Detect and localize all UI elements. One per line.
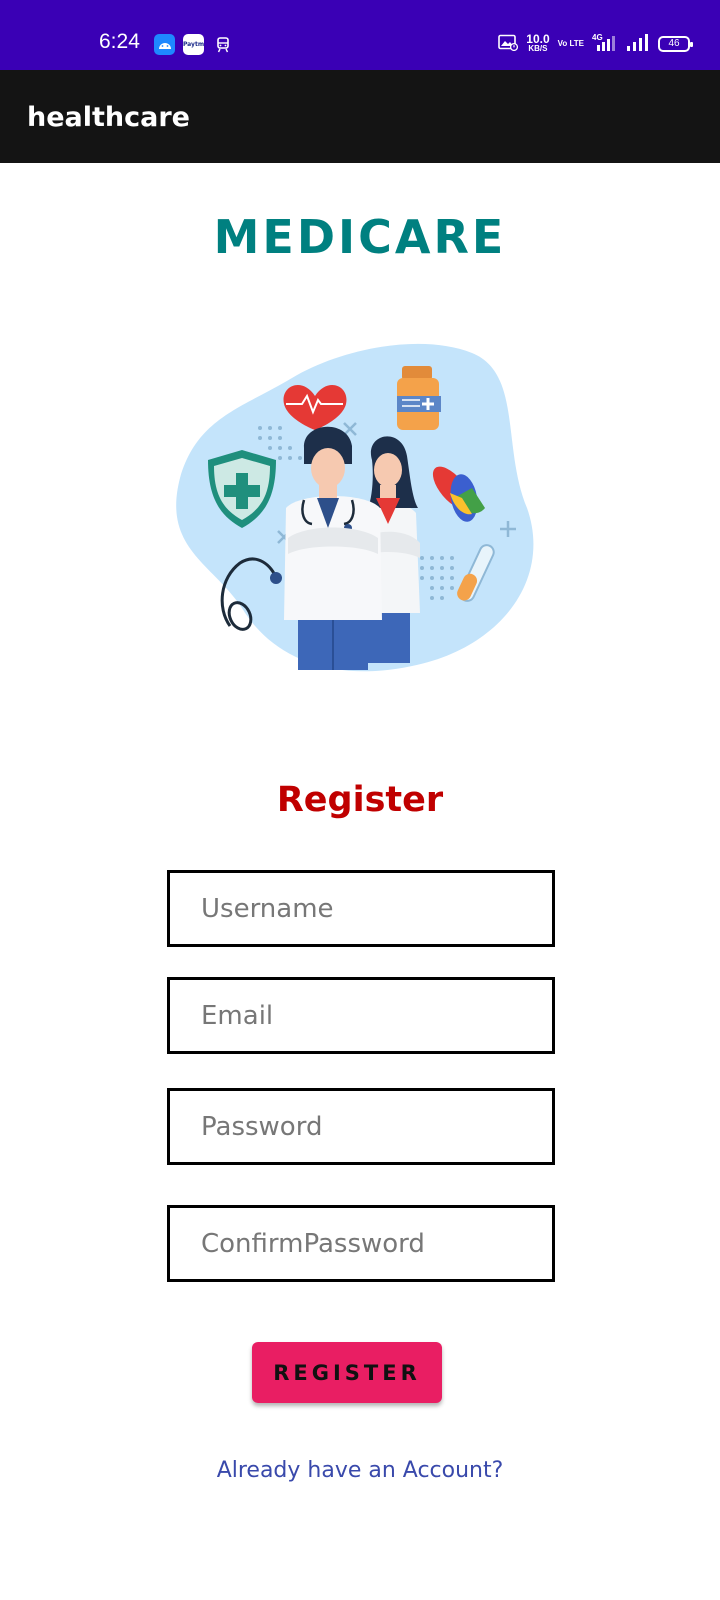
network-speed: 10.0 KB/S (526, 32, 550, 53)
password-field[interactable] (167, 1088, 555, 1165)
register-button[interactable]: REGISTER (252, 1342, 442, 1403)
brand-title: MEDICARE (213, 210, 507, 264)
email-field[interactable] (167, 977, 555, 1054)
notification-icons: Paytm (154, 34, 233, 55)
status-time: 6:24 (99, 30, 140, 53)
username-field[interactable] (167, 870, 555, 947)
app-title: healthcare (27, 102, 190, 133)
system-icons: 10.0 KB/S Vo LTE 4G 46 (498, 32, 693, 56)
doctors-illustration (176, 343, 534, 672)
android-robot-icon (154, 34, 175, 55)
signal-bars-icon (626, 33, 650, 56)
signal-4g-icon: 4G (592, 32, 618, 56)
picture-alert-icon (498, 34, 519, 55)
confirm-password-field[interactable] (167, 1205, 555, 1282)
svg-text:4G: 4G (592, 33, 603, 42)
login-link[interactable]: Already have an Account? (0, 1458, 720, 1483)
register-title: Register (276, 780, 444, 820)
volte-indicator: Vo LTE (557, 39, 584, 48)
battery-icon: 46 (658, 36, 693, 52)
status-bar: 6:24 Paytm 10.0 KB/S Vo LTE 4G 46 (0, 0, 720, 70)
train-icon (212, 34, 233, 55)
paytm-icon: Paytm (183, 34, 204, 55)
app-bar: healthcare (0, 70, 720, 163)
